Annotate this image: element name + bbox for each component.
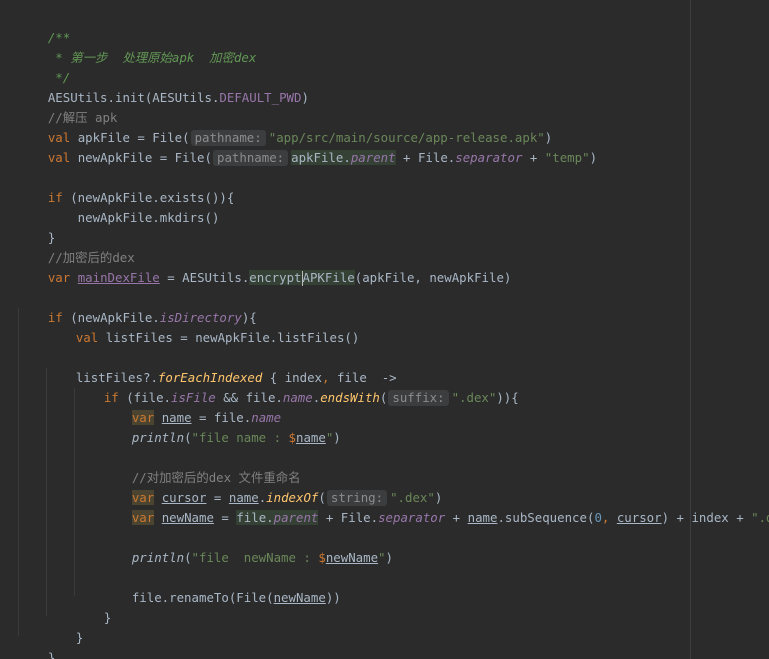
variable-token: name xyxy=(467,510,498,525)
template-token: $ xyxy=(318,550,326,565)
string-token: "file name : xyxy=(191,430,289,445)
code-token: } xyxy=(103,610,112,625)
code-line[interactable]: var newName = file.parent + File.separat… xyxy=(102,488,769,525)
variable-token: mainDexFile xyxy=(77,270,160,285)
highlighted-expression: encryptAPKFile xyxy=(249,270,355,286)
code-line[interactable]: newApkFile.mkdirs() xyxy=(18,188,220,225)
code-token: newApkFile = File( xyxy=(70,150,212,165)
code-token: ) xyxy=(301,90,309,105)
code-line[interactable]: AESUtils.init(AESUtils.DEFAULT_PWD) xyxy=(18,68,309,105)
function-token: println xyxy=(131,430,185,445)
highlighted-expression: apkFile.parent xyxy=(291,150,396,165)
code-token: file.renameTo(File( xyxy=(131,590,274,605)
code-line[interactable]: val listFiles = newApkFile.listFiles() xyxy=(46,308,359,345)
string-token: "file newName : xyxy=(191,550,319,565)
code-token: = xyxy=(213,510,237,525)
code-line[interactable]: println("file newName : $newName") xyxy=(102,528,393,565)
string-token: ".dex" xyxy=(451,390,497,405)
keyword-token: val xyxy=(47,150,71,165)
code-token: encrypt xyxy=(249,270,302,285)
code-editor[interactable]: /** * 第一步 处理原始apk 加密dex */ AESUtils.init… xyxy=(0,0,769,659)
number-token: 0 xyxy=(594,510,602,525)
code-line[interactable]: } xyxy=(46,608,83,645)
highlighted-expression: file.parent xyxy=(236,510,319,525)
parameter-hint: suffix: xyxy=(388,390,449,406)
code-token: + File. xyxy=(318,510,379,525)
string-token: " xyxy=(378,550,386,565)
code-token: newApkFile.mkdirs() xyxy=(47,210,220,225)
code-token: ( xyxy=(184,430,192,445)
constant-token: DEFAULT_PWD xyxy=(219,90,302,105)
code-line[interactable]: //加密后的dex xyxy=(18,228,135,265)
code-token: .subSequence( xyxy=(497,510,595,525)
code-line[interactable]: } xyxy=(18,208,55,245)
code-token: ) xyxy=(589,150,598,165)
code-line[interactable]: */ xyxy=(18,48,70,85)
indent-guide xyxy=(18,308,19,636)
string-token: "temp" xyxy=(544,150,590,165)
code-line[interactable]: if (newApkFile.exists()){ xyxy=(18,168,235,205)
template-token: $ xyxy=(288,430,296,445)
code-token: )) xyxy=(325,590,341,605)
right-margin-guide xyxy=(690,0,691,659)
code-line[interactable]: } xyxy=(74,588,111,625)
code-token: )){ xyxy=(496,390,519,405)
property-token: separator xyxy=(455,150,523,165)
code-line[interactable]: //对加密后的dex 文件重命名 xyxy=(102,448,301,485)
code-token: apkFile. xyxy=(291,150,351,165)
code-token: = AESUtils. xyxy=(159,270,250,285)
code-line[interactable]: //解压 apk xyxy=(18,88,118,125)
code-line[interactable]: listFiles?.forEachIndexed { index, file … xyxy=(46,348,397,385)
code-token: + File. xyxy=(395,150,456,165)
variable-token: cursor xyxy=(616,510,662,525)
code-line[interactable]: var cursor = name.indexOf(string: ".dex") xyxy=(102,468,442,506)
code-token: listFiles = newApkFile.listFiles() xyxy=(98,330,360,345)
code-token: ) xyxy=(385,550,393,565)
property-token: separator xyxy=(378,510,446,525)
function-token: endsWith xyxy=(320,390,380,405)
code-token: + xyxy=(445,510,468,525)
code-token: ) xyxy=(333,430,341,445)
code-token: ) + index + xyxy=(661,510,752,525)
variable-token: name xyxy=(295,430,326,445)
code-line[interactable]: val newApkFile = File(pathname: apkFile.p… xyxy=(18,128,597,166)
variable-token: newName xyxy=(273,590,326,605)
code-token: file. xyxy=(236,510,274,525)
code-line[interactable]: var mainDexFile = AESUtils.encryptAPKFil… xyxy=(18,248,511,286)
property-token: parent xyxy=(273,510,319,525)
code-line[interactable]: var name = file.name xyxy=(102,388,281,425)
code-token: + xyxy=(522,150,545,165)
string-token: ".dex" xyxy=(751,510,769,525)
code-line[interactable]: if (newApkFile.isDirectory){ xyxy=(18,288,257,325)
code-token: ( xyxy=(379,390,388,405)
doc-comment: * 第一步 处理原始apk 加密dex xyxy=(47,50,257,65)
code-token: } xyxy=(47,650,56,659)
code-token: APKFile xyxy=(302,270,355,285)
code-token: (apkFile, newApkFile) xyxy=(354,270,512,285)
code-line[interactable]: if (file.isFile && file.name.endsWith(su… xyxy=(74,368,519,406)
code-token: } xyxy=(75,630,84,645)
function-token: println xyxy=(131,550,185,565)
code-line[interactable]: println("file name : $name") xyxy=(102,408,341,445)
keyword-token: val xyxy=(75,330,99,345)
variable-token: newName xyxy=(325,550,379,565)
keyword-token: var xyxy=(131,510,155,525)
property-token: name xyxy=(282,390,313,405)
code-line[interactable]: /** xyxy=(18,8,70,45)
code-line[interactable]: val apkFile = File(pathname: "app/src/mai… xyxy=(18,108,552,146)
keyword-token: var xyxy=(47,270,71,285)
code-line[interactable]: * 第一步 处理原始apk 加密dex xyxy=(18,28,256,65)
parameter-hint: pathname: xyxy=(212,150,289,166)
code-line[interactable]: } xyxy=(18,628,55,659)
property-token: parent xyxy=(350,150,396,165)
variable-token: newName xyxy=(161,510,214,525)
code-token: ( xyxy=(184,550,192,565)
code-line[interactable]: file.renameTo(File(newName)) xyxy=(102,568,341,605)
